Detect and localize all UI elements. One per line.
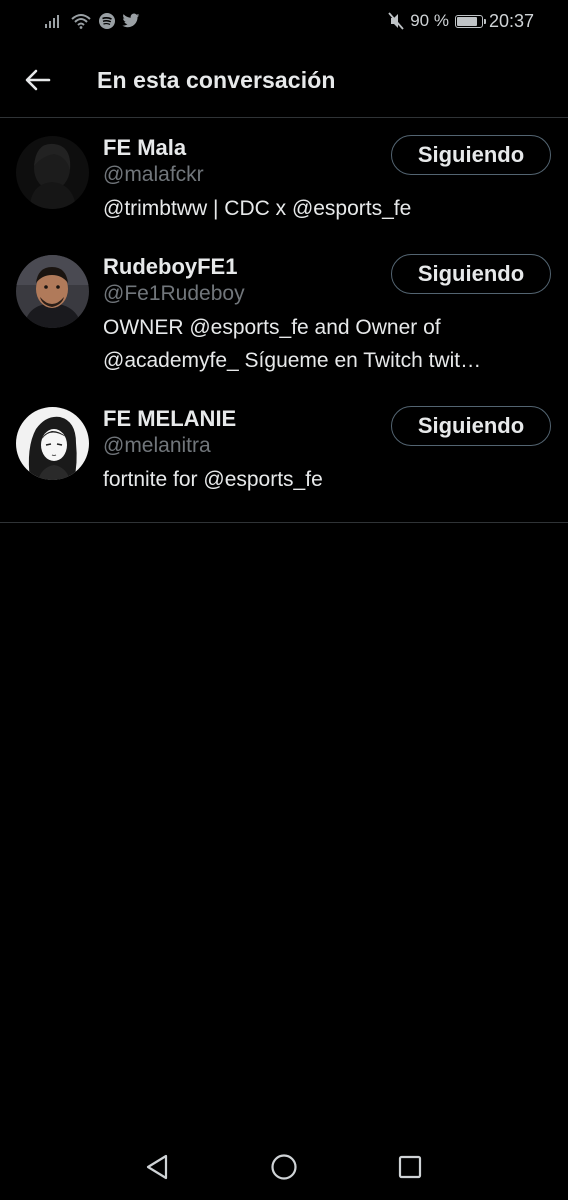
bio-line: @trimbtww | CDC x @esports_fe xyxy=(103,197,412,220)
twitter-icon xyxy=(122,13,140,29)
wifi-icon xyxy=(70,13,92,29)
header: En esta conversación xyxy=(0,44,568,118)
nav-recents-button[interactable] xyxy=(393,1150,427,1184)
status-left-icons xyxy=(44,11,140,31)
nav-home-icon xyxy=(271,1154,297,1180)
user-row[interactable]: FE Mala @malafckr @trimbtww | CDC x @esp… xyxy=(0,118,568,237)
bio-line: fortnite for @esports_fe xyxy=(103,468,323,491)
back-arrow-icon xyxy=(25,69,51,91)
nav-back-icon xyxy=(146,1154,168,1180)
nav-back-button[interactable] xyxy=(140,1150,174,1184)
following-button[interactable]: Siguiendo xyxy=(391,406,551,446)
system-nav-bar xyxy=(0,1134,568,1200)
following-button[interactable]: Siguiendo xyxy=(391,135,551,175)
nav-home-button[interactable] xyxy=(267,1150,301,1184)
page-title: En esta conversación xyxy=(97,67,336,93)
clock: 20:37 xyxy=(488,10,534,31)
user-bio: @trimbtww | CDC x @esports_fe xyxy=(103,192,548,225)
spotify-icon xyxy=(98,12,116,30)
bio-line: OWNER @esports_fe and Owner of xyxy=(103,316,441,339)
bio-line: @academyfe_ Sígueme en Twitch twit… xyxy=(103,349,482,372)
back-button[interactable] xyxy=(20,62,56,98)
user-list: FE Mala @malafckr @trimbtww | CDC x @esp… xyxy=(0,118,568,523)
user-row[interactable]: FE MELANIE @melanitra fortnite for @espo… xyxy=(0,389,568,508)
battery-percent: 90 % xyxy=(410,11,449,30)
avatar[interactable] xyxy=(16,136,89,209)
avatar[interactable] xyxy=(16,407,89,480)
status-bar: 90 % 20:37 xyxy=(0,0,568,44)
status-right-icons: 90 % 20:37 xyxy=(388,11,534,31)
nav-recents-icon xyxy=(398,1155,422,1179)
user-bio: fortnite for @esports_fe xyxy=(103,463,548,496)
user-bio: OWNER @esports_fe and Owner of @academyf… xyxy=(103,311,548,377)
user-row[interactable]: RudeboyFE1 @Fe1Rudeboy OWNER @esports_fe… xyxy=(0,237,568,389)
battery-icon xyxy=(454,14,486,28)
mute-icon xyxy=(388,12,404,30)
avatar[interactable] xyxy=(16,255,89,328)
signal-icon xyxy=(44,13,64,29)
following-button[interactable]: Siguiendo xyxy=(391,254,551,294)
